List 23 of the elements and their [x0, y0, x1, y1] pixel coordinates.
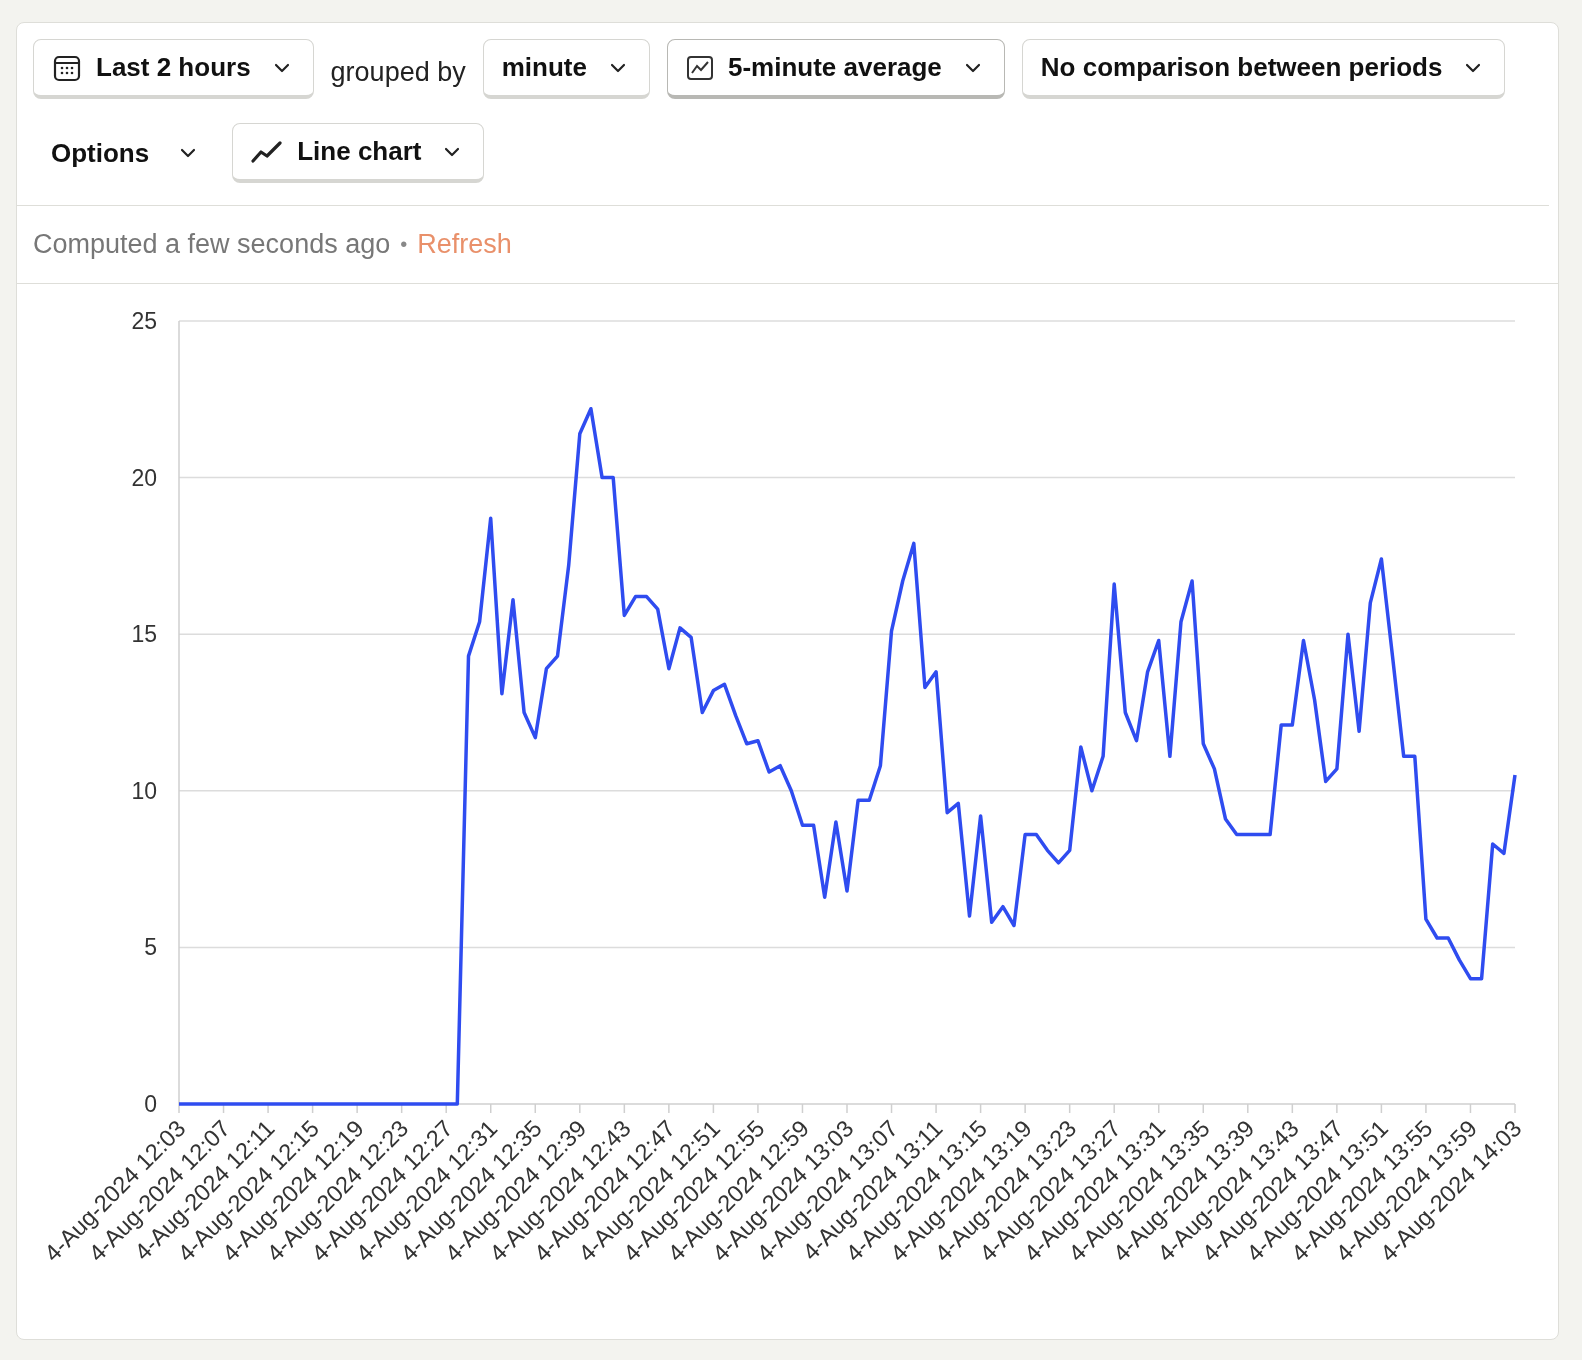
axis-label: 20	[131, 464, 157, 491]
options-menu[interactable]: Options	[33, 123, 216, 183]
axis-label: 5	[144, 934, 157, 961]
computed-status: Computed a few seconds ago	[33, 229, 391, 260]
chevron-down-icon	[608, 61, 627, 74]
separator-dot: •	[400, 233, 408, 256]
chart-icon	[685, 54, 714, 81]
chevron-down-icon	[179, 147, 198, 159]
dropdown-button[interactable]: No comparison between periods	[1021, 39, 1506, 99]
dropdown-button[interactable]: 5-minute average	[666, 39, 1005, 99]
chevron-down-icon	[443, 145, 462, 158]
chevron-down-icon	[272, 61, 291, 74]
chevron-down-icon	[1464, 61, 1483, 74]
axis-label: 10	[131, 777, 157, 804]
chevron-down-icon	[963, 61, 982, 74]
axis-label: 15	[131, 621, 157, 648]
trend-line-icon	[251, 139, 284, 164]
axis-label: 25	[131, 308, 157, 334]
toolbar-label: grouped by	[330, 55, 466, 89]
axis-label: 0	[144, 1091, 157, 1117]
dropdown-button[interactable]: minute	[482, 39, 650, 99]
dropdown-button[interactable]: Last 2 hours	[33, 39, 314, 99]
dropdown-button[interactable]: Line chart	[232, 123, 485, 183]
